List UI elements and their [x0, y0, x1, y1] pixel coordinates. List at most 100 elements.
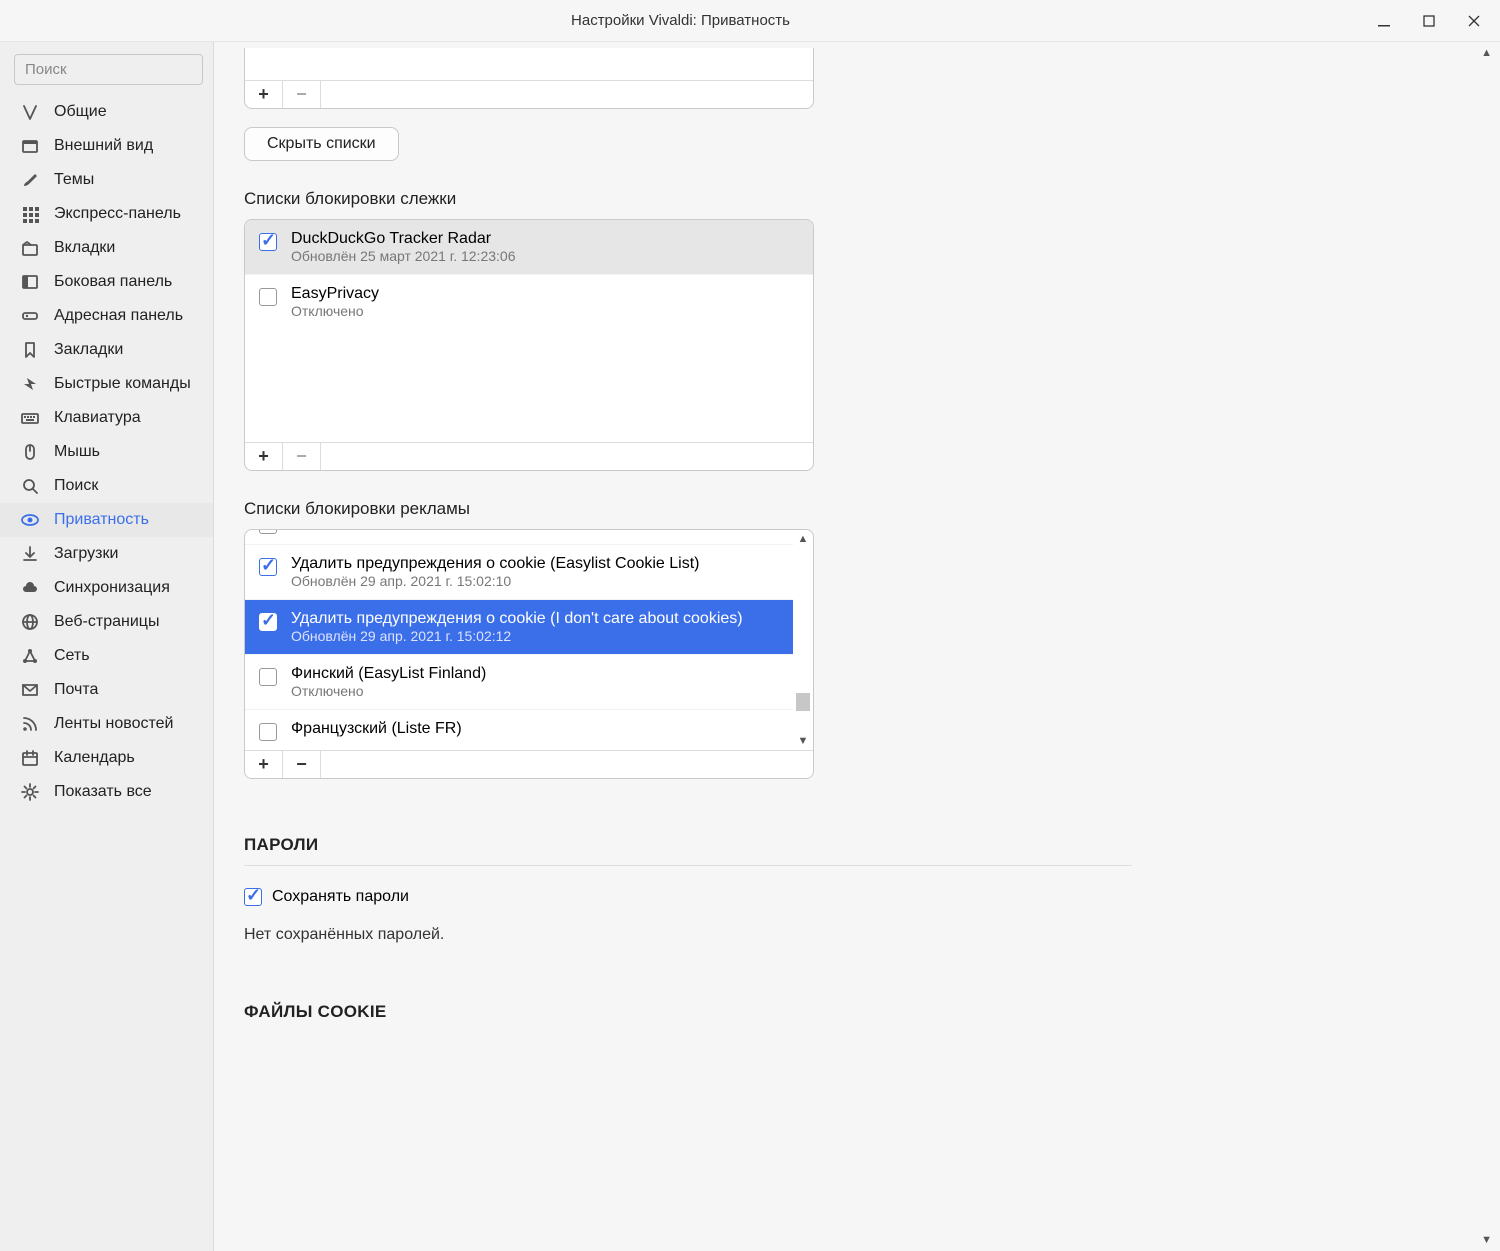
sidebar-item-label: Быстрые команды: [54, 375, 191, 393]
main-scroll-up-icon[interactable]: ▲: [1481, 47, 1492, 59]
ads-scrollbar[interactable]: ▲ ▼: [793, 530, 813, 750]
sidebar-item-label: Загрузки: [54, 545, 118, 563]
sidebar-item-label: Ленты новостей: [54, 715, 173, 733]
sidebar-item-label: Показать все: [54, 783, 152, 801]
add-button[interactable]: +: [245, 751, 283, 778]
sidebar-item-tabs[interactable]: Вкладки: [0, 231, 213, 265]
sidebar-item-calendar[interactable]: Календарь: [0, 741, 213, 775]
cookies-heading: ФАЙЛЫ COOKIE: [244, 1002, 1144, 1022]
sidebar-item-search[interactable]: Поиск: [0, 469, 213, 503]
add-button[interactable]: +: [245, 81, 283, 108]
list-item-title: Удалить предупреждения о cookie (Easylis…: [291, 555, 700, 573]
sidebar-item-label: Синхронизация: [54, 579, 170, 597]
ads-lists-controls: + −: [245, 750, 813, 778]
list-checkbox[interactable]: [259, 530, 277, 534]
remove-button[interactable]: −: [283, 443, 321, 470]
whitelist-box: + −: [244, 48, 814, 109]
sidebar-item-label: Приватность: [54, 511, 149, 529]
sidebar-item-label: Экспресс-панель: [54, 205, 181, 223]
list-item-title: EasyPrivacy: [291, 285, 379, 303]
tracking-lists-body: DuckDuckGo Tracker RadarОбновлён 25 март…: [245, 220, 813, 442]
appearance-icon: [20, 136, 40, 156]
gear-icon: [20, 782, 40, 802]
list-item[interactable]: Удалить предупреждения о cookie (Easylis…: [245, 545, 793, 600]
sidebar: Общие Внешний вид Темы Экспресс-панель Вклад…: [0, 42, 214, 1251]
sidebar-item-globe[interactable]: Веб-страницы: [0, 605, 213, 639]
sidebar-item-gear[interactable]: Показать все: [0, 775, 213, 809]
sidebar-item-grid[interactable]: Экспресс-панель: [0, 197, 213, 231]
sidebar-item-mouse[interactable]: Мышь: [0, 435, 213, 469]
list-item[interactable]: DuckDuckGo Tracker RadarОбновлён 25 март…: [245, 220, 813, 275]
eye-icon: [20, 510, 40, 530]
sidebar-item-v[interactable]: Общие: [0, 95, 213, 129]
sidebar-item-label: Сеть: [54, 647, 90, 665]
search-input[interactable]: [14, 54, 203, 85]
sidebar-item-label: Почта: [54, 681, 98, 699]
list-checkbox[interactable]: [259, 723, 277, 741]
list-item[interactable]: Удалить предупреждения о cookie (I don't…: [245, 600, 793, 655]
maximize-button[interactable]: [1406, 0, 1451, 42]
tracking-lists-box: DuckDuckGo Tracker RadarОбновлён 25 март…: [244, 219, 814, 471]
globe-icon: [20, 612, 40, 632]
list-checkbox[interactable]: [259, 613, 277, 631]
sidebar-item-brush[interactable]: Темы: [0, 163, 213, 197]
minimize-button[interactable]: [1361, 0, 1406, 42]
tabs-icon: [20, 238, 40, 258]
save-passwords-row[interactable]: Сохранять пароли: [244, 888, 1144, 906]
sidebar-item-address[interactable]: Адресная панель: [0, 299, 213, 333]
list-checkbox[interactable]: [259, 288, 277, 306]
tracking-lists-controls: + −: [245, 442, 813, 470]
close-button[interactable]: [1451, 0, 1496, 42]
save-passwords-checkbox[interactable]: [244, 888, 262, 906]
main-content: + − Скрыть списки Списки блокировки слеж…: [214, 48, 1174, 1022]
sidebar-item-panel[interactable]: Боковая панель: [0, 265, 213, 299]
list-item[interactable]: Финский (EasyList Finland)Отключено: [245, 655, 793, 710]
list-item[interactable]: Французский (Liste FR): [245, 710, 793, 750]
list-item-sub: Отключено: [291, 683, 486, 699]
sidebar-item-label: Клавиатура: [54, 409, 141, 427]
list-item-title: Финский (EasyList Finland): [291, 665, 486, 683]
list-item[interactable]: EasyPrivacyОтключено: [245, 275, 813, 329]
sidebar-item-appearance[interactable]: Внешний вид: [0, 129, 213, 163]
grid-icon: [20, 204, 40, 224]
add-button[interactable]: +: [245, 443, 283, 470]
scrollbar-thumb[interactable]: [796, 693, 810, 711]
list-checkbox[interactable]: [259, 233, 277, 251]
list-item-title: Французский (Liste FR): [291, 720, 462, 738]
remove-button[interactable]: −: [283, 751, 321, 778]
sidebar-item-keyboard[interactable]: Клавиатура: [0, 401, 213, 435]
mouse-icon: [20, 442, 40, 462]
list-checkbox[interactable]: [259, 558, 277, 576]
sidebar-item-network[interactable]: Сеть: [0, 639, 213, 673]
scroll-up-icon[interactable]: ▲: [798, 530, 809, 548]
list-item-sub: Обновлён 29 апр. 2021 г. 15:02:10: [291, 573, 700, 589]
hide-lists-button[interactable]: Скрыть списки: [244, 127, 399, 161]
sidebar-item-quick[interactable]: Быстрые команды: [0, 367, 213, 401]
sidebar-nav: Общие Внешний вид Темы Экспресс-панель Вклад…: [0, 95, 213, 809]
sidebar-item-bookmark[interactable]: Закладки: [0, 333, 213, 367]
scrollbar-track[interactable]: [796, 548, 810, 732]
main-scroll-down-icon[interactable]: ▼: [1481, 1234, 1492, 1246]
sidebar-item-eye[interactable]: Приватность: [0, 503, 213, 537]
v-icon: [20, 102, 40, 122]
remove-button[interactable]: −: [283, 81, 321, 108]
keyboard-icon: [20, 408, 40, 428]
whitelist-controls: + −: [245, 80, 813, 108]
sidebar-item-mail[interactable]: Почта: [0, 673, 213, 707]
window-controls: [1361, 0, 1500, 42]
list-item[interactable]: Отключено: [245, 530, 793, 545]
passwords-heading: ПАРОЛИ: [244, 835, 1132, 866]
sidebar-item-cloud[interactable]: Синхронизация: [0, 571, 213, 605]
mail-icon: [20, 680, 40, 700]
sidebar-item-label: Вкладки: [54, 239, 115, 257]
sidebar-item-label: Темы: [54, 171, 94, 189]
list-checkbox[interactable]: [259, 668, 277, 686]
whitelist-body: [245, 48, 813, 80]
content: Общие Внешний вид Темы Экспресс-панель Вклад…: [0, 42, 1500, 1251]
list-item-sub: Обновлён 29 апр. 2021 г. 15:02:12: [291, 628, 743, 644]
scroll-down-icon[interactable]: ▼: [798, 732, 809, 750]
search-icon: [20, 476, 40, 496]
sidebar-item-label: Внешний вид: [54, 137, 153, 155]
sidebar-item-download[interactable]: Загрузки: [0, 537, 213, 571]
sidebar-item-rss[interactable]: Ленты новостей: [0, 707, 213, 741]
